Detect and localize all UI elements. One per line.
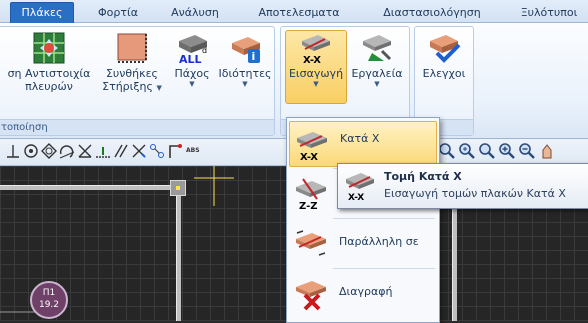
side-matching-label-2: πλευρών (25, 80, 73, 93)
svg-text:ALL: ALL (179, 53, 202, 65)
zoom-in-icon[interactable] (498, 142, 516, 160)
svg-text:d: d (202, 46, 207, 55)
tooltip-description: Εισαγωγή τομών πλακών Κατά Χ (384, 187, 566, 200)
checks-label: Ελεγχοι (422, 67, 466, 80)
properties-button[interactable]: i Ιδιότητες ▼ (217, 31, 273, 89)
tab-analysis[interactable]: Ανάλυση (162, 3, 228, 22)
zoom-all-icon[interactable] (458, 142, 476, 160)
delete-section-icon (296, 281, 326, 311)
menu-item-label: Κατά Χ (340, 132, 380, 145)
nearest-snap-icon[interactable] (94, 142, 112, 160)
section-parallel-icon (296, 230, 326, 256)
thickness-button[interactable]: ALL d Πάχος ▼ (169, 31, 215, 89)
slab-grid-icon (32, 31, 66, 65)
svg-text:i: i (252, 50, 256, 63)
slab-marker-value: 19.2 (38, 300, 60, 310)
crosshair-cursor-icon (194, 166, 234, 206)
ribbon-tab-bar: Πλάκες Φορτία Ανάλυση Αποτελεσματα Διαστ… (0, 0, 588, 23)
absolute-coordinates-toggle[interactable]: ABS (186, 142, 204, 160)
chevron-down-icon: ▼ (313, 80, 319, 88)
intersection-snap-icon[interactable] (76, 142, 94, 160)
section-insert-button[interactable]: X-X Εισαγωγή ▼ (285, 30, 347, 104)
menu-separator (333, 218, 435, 219)
side-matching-button[interactable]: ση Αντιστοιχία πλευρών (3, 31, 95, 93)
menu-item-delete[interactable]: Διαγραφή (289, 271, 435, 315)
column-line[interactable] (452, 190, 457, 321)
section-insert-icon: X-X (299, 31, 333, 66)
tangent-snap-icon[interactable] (58, 142, 76, 160)
zoom-previous-icon[interactable] (478, 142, 496, 160)
section-x-icon: X-X (346, 173, 374, 201)
section-x-icon: X-X (297, 132, 327, 162)
node-snap-icon[interactable] (166, 142, 184, 160)
section-insert-dropdown: X-X Κατά Χ Z-Z Παράλληλη σε Διαγραφή (286, 117, 440, 323)
column-node[interactable] (170, 180, 186, 196)
perpendicular-snap-icon[interactable] (4, 142, 22, 160)
support-conditions-label-2: Στήριξης ▼ (102, 80, 162, 93)
tooltip: X-X Τομή Κατά Χ Εισαγωγή τομών πλακών Κα… (337, 163, 588, 209)
section-z-icon: Z-Z (296, 178, 326, 211)
chevron-down-icon: ▼ (242, 80, 248, 88)
properties-icon: i (228, 31, 262, 65)
check-icon (427, 31, 461, 65)
checks-button[interactable]: Ελεγχοι (419, 31, 469, 80)
menu-separator (333, 268, 435, 269)
tab-slabs[interactable]: Πλάκες (10, 2, 74, 23)
svg-text:X-X: X-X (348, 193, 364, 201)
parallel-snap-icon[interactable] (112, 142, 130, 160)
menu-item-label: Παράλληλη σε (339, 235, 419, 248)
section-tools-button[interactable]: Εργαλεία ▼ (349, 31, 405, 89)
menu-item-along-x[interactable]: X-X Κατά Χ (289, 121, 437, 167)
svg-text:X-X: X-X (300, 152, 318, 162)
section-insert-label: Εισαγωγή (288, 67, 344, 80)
support-conditions-button[interactable]: Συνθήκες Στήριξης ▼ (99, 31, 165, 93)
group-label-placement: τοποίηση (0, 119, 274, 135)
tab-formwork[interactable]: Ξυλότυποι (512, 3, 586, 22)
thickness-all-icon: ALL d (175, 31, 209, 66)
thickness-label: Πάχος (174, 67, 210, 80)
svg-text:X-X: X-X (303, 55, 321, 65)
beam[interactable] (0, 185, 186, 190)
column-line[interactable] (176, 190, 181, 321)
chevron-down-icon: ▼ (189, 80, 195, 88)
support-conditions-label-1: Συνθήκες (105, 67, 159, 80)
ribbon-group-placement: ση Αντιστοιχία πλευρών Συνθήκες Στήριξης… (0, 26, 275, 136)
section-tools-label: Εργαλεία (351, 67, 403, 80)
endpoint-snap-icon[interactable] (148, 142, 166, 160)
extension-snap-icon[interactable] (130, 142, 148, 160)
slab-marker[interactable]: Π1 19.2 (30, 281, 68, 319)
side-matching-label-1: ση Αντιστοιχία (7, 67, 91, 80)
tab-loads[interactable]: Φορτία (88, 3, 148, 22)
tab-design[interactable]: Διαστασιολόγηση (374, 3, 490, 22)
node-marker (176, 186, 180, 190)
slab-marker-label: Π1 (42, 288, 56, 298)
svg-text:Z-Z: Z-Z (299, 201, 317, 211)
chevron-down-icon: ▼ (374, 80, 380, 88)
zoom-window-icon[interactable] (438, 142, 456, 160)
quadrant-snap-icon[interactable] (40, 142, 58, 160)
zoom-out-icon[interactable] (518, 142, 536, 160)
tab-results[interactable]: Αποτελεσματα (254, 3, 344, 22)
properties-label: Ιδιότητες (218, 67, 272, 80)
menu-item-parallel-to[interactable]: Παράλληλη σε (289, 221, 435, 265)
pan-icon[interactable] (538, 142, 556, 160)
center-snap-icon[interactable] (22, 142, 40, 160)
menu-item-label: Διαγραφή (339, 285, 393, 298)
support-conditions-icon (115, 31, 149, 65)
chevron-down-icon: ▼ (156, 84, 162, 92)
section-tools-icon (360, 31, 394, 65)
tooltip-title: Τομή Κατά Χ (384, 170, 462, 183)
